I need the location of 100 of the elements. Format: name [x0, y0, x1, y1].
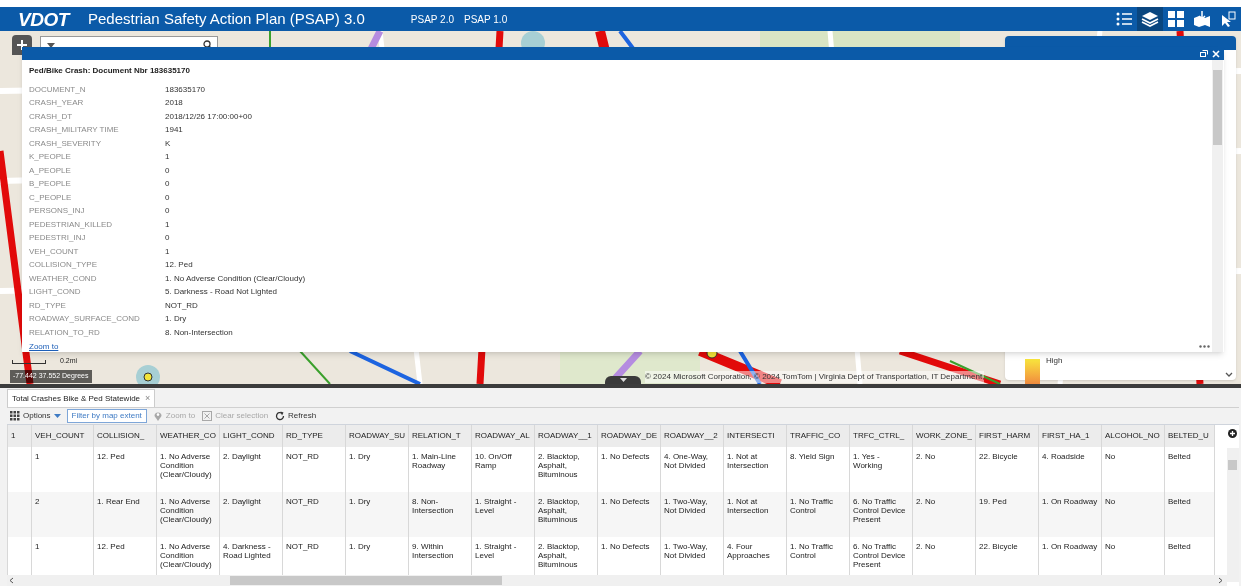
scrollbar[interactable]: [1212, 60, 1223, 352]
scroll-right-icon[interactable]: [1218, 577, 1223, 584]
table-cell: 6. No Traffic Control Device Present: [853, 497, 906, 524]
scroll-down-icon[interactable]: [1225, 372, 1233, 378]
table-cell: 2. Blacktop, Asphalt, Bituminous: [538, 497, 580, 524]
tab-close-button[interactable]: ×: [145, 394, 151, 403]
table-cell: 1. On Roadway: [1042, 542, 1098, 551]
field-value: K: [165, 137, 171, 150]
table-cell: 1. No Defects: [601, 497, 650, 506]
column-header[interactable]: COLLISION_: [97, 431, 145, 440]
tab-label: Total Crashes Bike & Ped Statewide: [12, 392, 141, 405]
column-header[interactable]: LIGHT_COND: [223, 431, 275, 440]
more-icon[interactable]: [1199, 345, 1210, 348]
nav-link[interactable]: PSAP 1.0: [464, 11, 508, 27]
field-label: B_PEOPLE: [29, 178, 72, 191]
table-cell: 2. Blacktop, Asphalt, Bituminous: [538, 452, 580, 479]
table-cell: NOT_RD: [286, 497, 319, 506]
vertical-scrollbar[interactable]: [1227, 448, 1239, 582]
legend-label: High: [1046, 355, 1063, 367]
table-cell: 1. No Adverse Condition (Clear/Cloudy): [160, 497, 212, 524]
table-cell: 1. Not at Intersection: [727, 452, 769, 470]
field-value: 12. Ped: [165, 259, 193, 272]
layers-icon: [1141, 10, 1159, 28]
field-value: 183635170: [165, 83, 206, 96]
nav-link[interactable]: PSAP 2.0: [410, 11, 454, 27]
field-label: PEDESTRI_INJ: [29, 232, 87, 245]
column-header[interactable]: WORK_ZONE_: [916, 431, 972, 440]
column-header[interactable]: ROADWAY__1: [538, 431, 592, 440]
column-header[interactable]: INTERSECTI: [727, 431, 775, 440]
column-header[interactable]: ALCOHOL_NO: [1105, 431, 1160, 440]
table-cell: 10. On/Off Ramp: [475, 452, 512, 470]
toolbar-button[interactable]: [1137, 7, 1163, 31]
field-value: 1: [165, 245, 170, 258]
caret-icon: [53, 414, 61, 418]
field-value: 0: [165, 191, 170, 204]
field-value: 0: [165, 178, 170, 191]
field-label: RELATION_TO_RD: [29, 326, 101, 339]
table-cell: 1. Main-Line Roadway: [412, 452, 457, 470]
field-label: WEATHER_COND: [29, 272, 98, 285]
collapse-tab[interactable]: [605, 376, 641, 384]
zoom-to-link[interactable]: Zoom to: [29, 340, 59, 353]
column-header[interactable]: ROADWAY_DE: [601, 431, 657, 440]
column-header[interactable]: VEH_COUNT: [35, 431, 85, 440]
options-menu[interactable]: Options: [9, 409, 62, 423]
table-tab[interactable]: Total Crashes Bike & Ped Statewide ×: [7, 389, 156, 407]
field-label: VEH_COUNT: [29, 245, 80, 258]
plus-icon: [17, 40, 27, 50]
field-label: DOCUMENT_N: [29, 83, 87, 96]
table-cell: 1. No Adverse Condition (Clear/Cloudy): [160, 452, 212, 479]
column-header[interactable]: RELATION_T: [412, 431, 461, 440]
column-header[interactable]: BELTED_U: [1168, 431, 1209, 440]
attribution-text: © 2024 Microsoft Corporation, © 2024 TomTom | Virginia Dept of Transportation, IT Department,: [645, 371, 985, 383]
toolbar-button[interactable]: Refresh: [274, 409, 318, 423]
table-cell: No: [1105, 452, 1116, 461]
field-value: 2018/12/26 17:00:00+00: [165, 110, 252, 123]
table-cell: 2. Daylight: [223, 452, 261, 461]
field-value: 1. No Adverse Condition (Clear/Cloudy): [165, 272, 306, 285]
field-label: CRASH_DT: [29, 110, 74, 123]
popup-title: Ped/Bike Crash: Document Nbr 183635170: [29, 65, 191, 77]
column-header[interactable]: FIRST_HARM: [979, 431, 1031, 440]
pin-icon: [152, 411, 163, 421]
scroll-left-icon[interactable]: [9, 577, 14, 584]
field-value: 1: [165, 151, 170, 164]
table-cell: 1. Straight - Level: [475, 497, 517, 515]
column-header[interactable]: ROADWAY_AL: [475, 431, 530, 440]
table-cell: 12. Ped: [97, 452, 125, 461]
table-cell: 4. Roadside: [1042, 452, 1085, 461]
column-header[interactable]: WEATHER_CO: [160, 431, 216, 440]
table-cell: 4. One-Way, Not Divided: [664, 452, 708, 470]
column-header[interactable]: FIRST_HA_1: [1042, 431, 1090, 440]
table-cell: NOT_RD: [286, 452, 319, 461]
close-icon[interactable]: [1212, 49, 1220, 58]
column-header[interactable]: TRAFFIC_CO: [790, 431, 841, 440]
column-header[interactable]: ROADWAY_SU: [349, 431, 405, 440]
table-cell: 6. No Traffic Control Device Present: [853, 542, 906, 569]
table-cell: 1. Dry: [349, 452, 371, 461]
column-header[interactable]: 1: [11, 431, 16, 440]
field-value: 0: [165, 205, 170, 218]
field-label: A_PEOPLE: [29, 164, 72, 177]
table-cell: 22. Bicycle: [979, 452, 1018, 461]
field-label: PEDESTRIAN_KILLED: [29, 218, 114, 231]
table-cell: 4. Darkness - Road Lighted: [223, 542, 271, 560]
table-cell: 1. Dry: [349, 497, 371, 506]
column-header[interactable]: RD_TYPE: [286, 431, 323, 440]
field-value: 8. Non-Intersection: [165, 326, 233, 339]
column-header[interactable]: TRFC_CTRL_: [853, 431, 905, 440]
field-value: NOT_RD: [165, 299, 198, 312]
add-column-icon[interactable]: [1228, 429, 1237, 438]
list-icon: [1115, 10, 1133, 28]
field-value: 1. Dry: [165, 313, 187, 326]
field-value: 0: [165, 164, 170, 177]
table-cell: 22. Bicycle: [979, 542, 1018, 551]
table-cell: 12. Ped: [97, 542, 125, 551]
refresh-icon: [275, 411, 286, 421]
restore-icon[interactable]: [1200, 50, 1208, 57]
table-cell: No: [1105, 542, 1116, 551]
field-label: RD_TYPE: [29, 299, 67, 312]
column-header[interactable]: ROADWAY__2: [664, 431, 718, 440]
table-cell: 1. Rear End: [97, 497, 140, 506]
filter-button[interactable]: Filter by map extent: [66, 409, 147, 423]
